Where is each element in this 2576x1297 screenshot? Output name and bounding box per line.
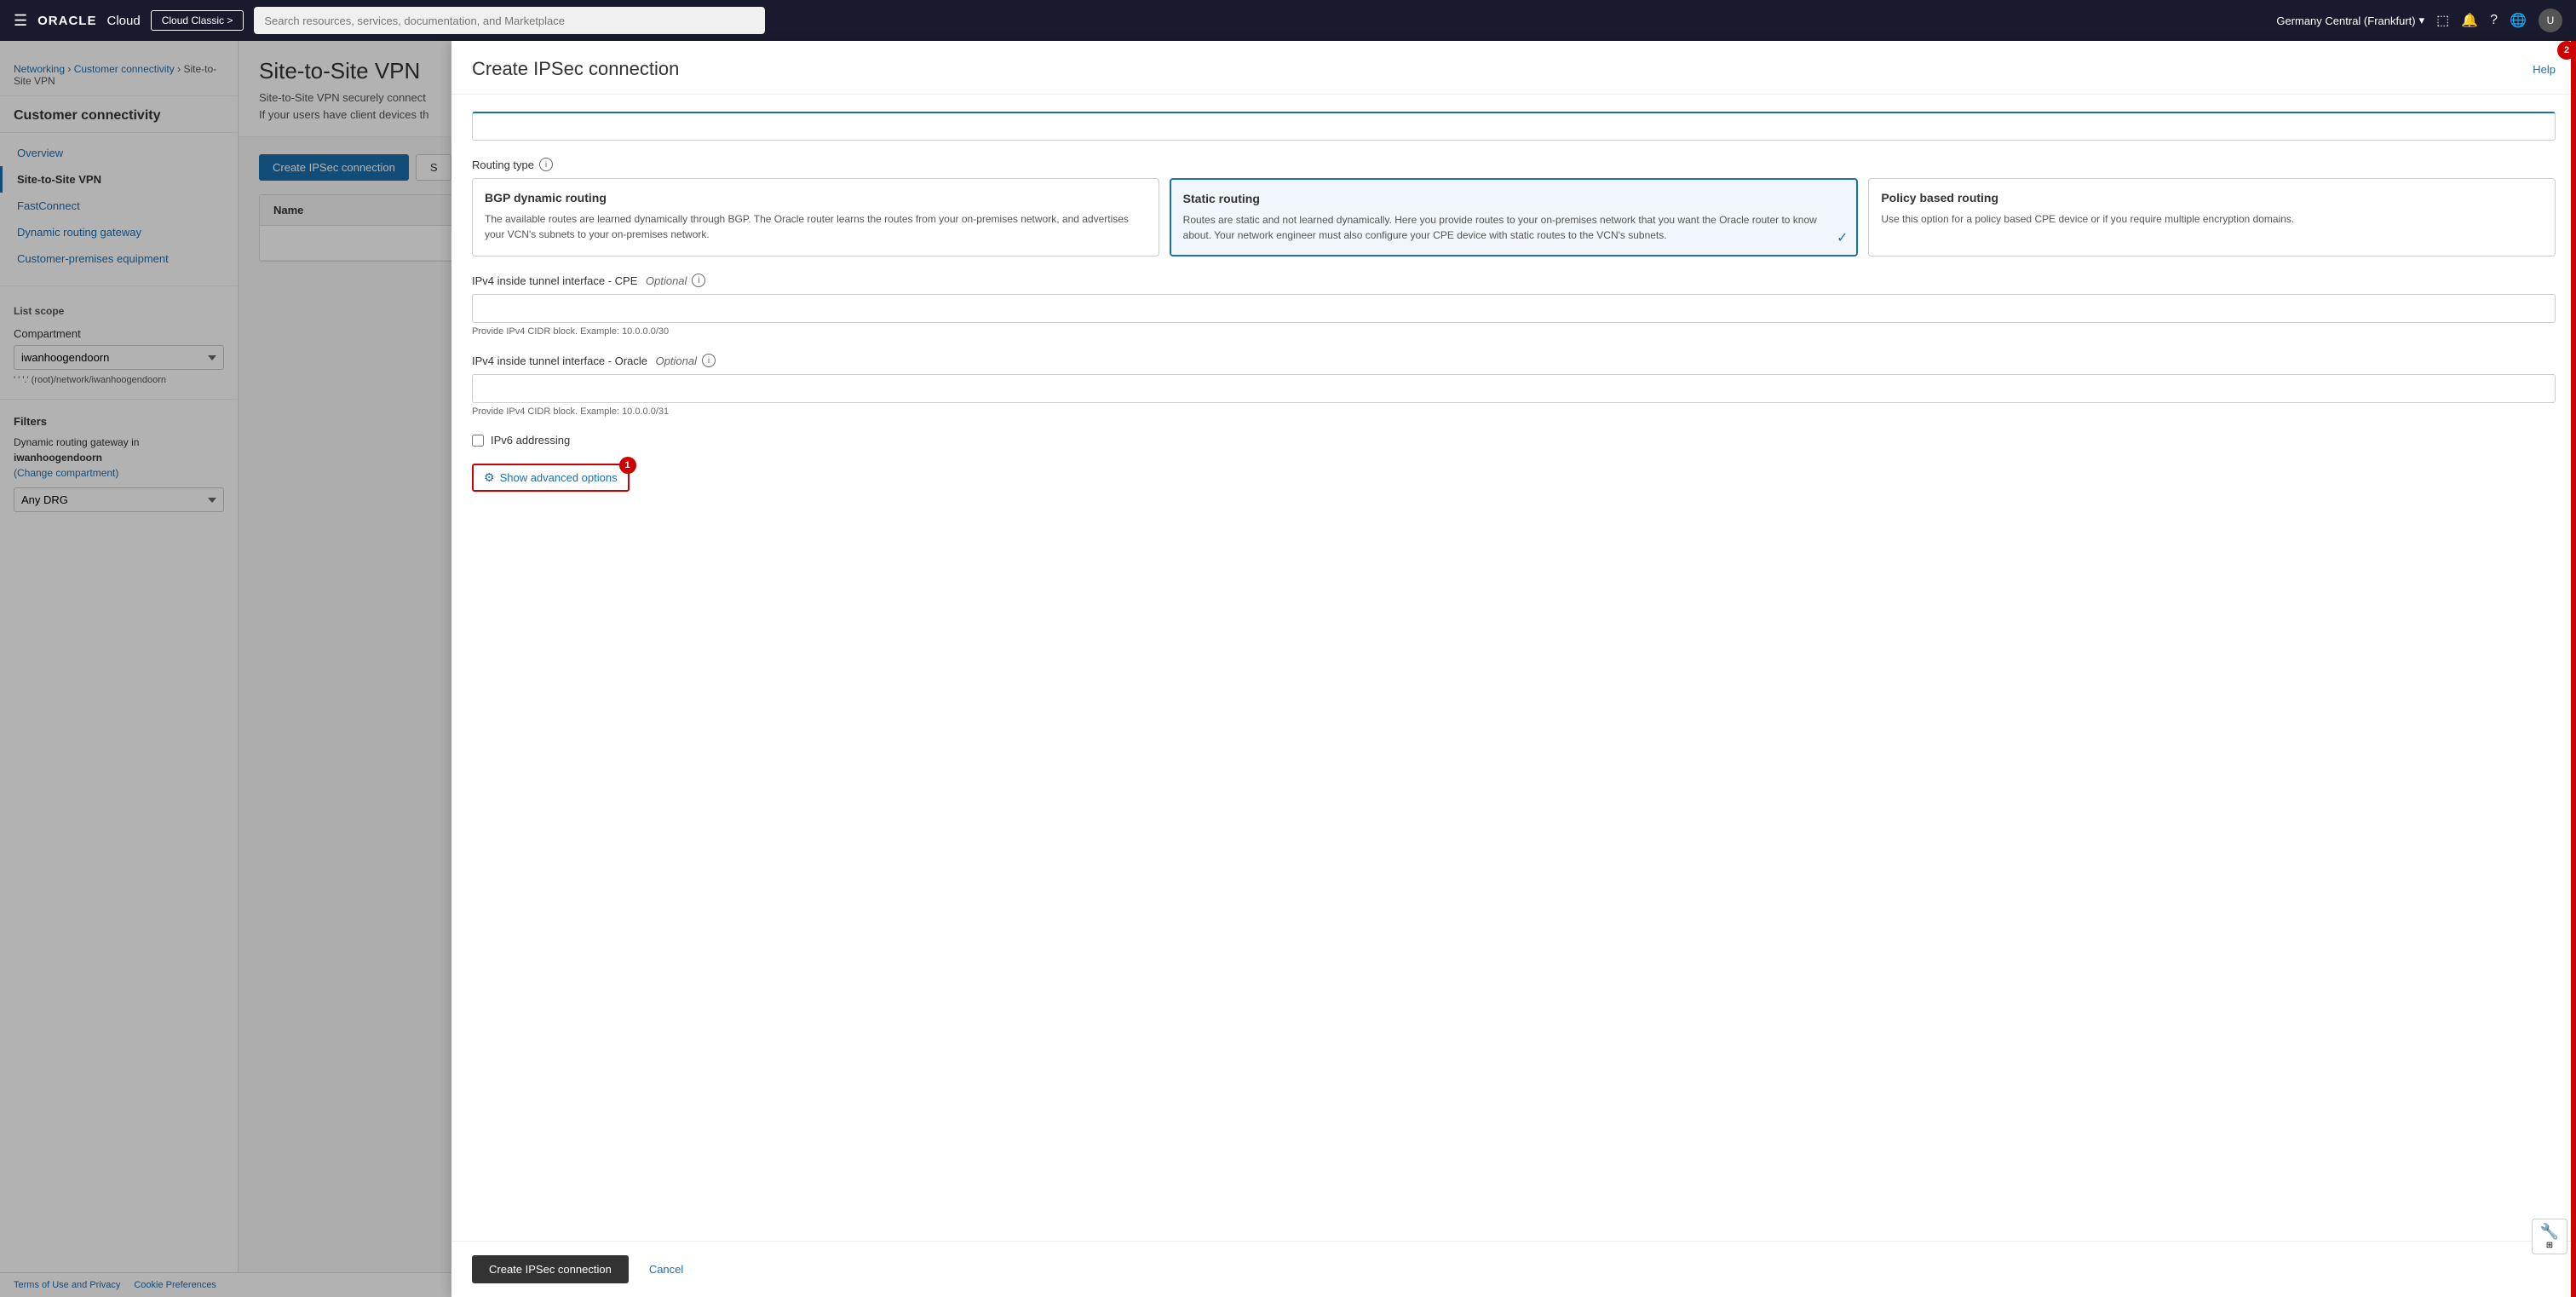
static-card-desc: Routes are static and not learned dynami… (1183, 212, 1845, 243)
ipv4-cpe-optional: Optional (642, 274, 687, 287)
help-icon[interactable]: ? (2490, 13, 2498, 28)
modal-help-link[interactable]: Help (2533, 63, 2556, 76)
ipv4-cpe-info-icon[interactable]: i (692, 274, 705, 287)
nav-right: Germany Central (Frankfurt) ▾ ⬚ 🔔 ? 🌐 U (2276, 9, 2562, 32)
show-advanced-section: ⚙ Show advanced options 1 (472, 464, 630, 492)
routing-type-section: Routing type i BGP dynamic routing The a… (472, 158, 2556, 257)
ipv4-oracle-hint: Provide IPv4 CIDR block. Example: 10.0.0… (472, 406, 2556, 417)
modal-panel: Create IPSec connection Help Routing typ… (451, 41, 2576, 1297)
modal-overlay: Create IPSec connection Help Routing typ… (0, 41, 2576, 1297)
policy-card-desc: Use this option for a policy based CPE d… (1881, 211, 2543, 227)
static-card-title: Static routing (1183, 192, 1845, 205)
globe-icon[interactable]: 🌐 (2510, 12, 2527, 29)
ipv4-cpe-section: IPv4 inside tunnel interface - CPE Optio… (472, 274, 2556, 337)
routing-card-static[interactable]: Static routing Routes are static and not… (1170, 178, 1859, 257)
cloud-classic-button[interactable]: Cloud Classic > (151, 10, 244, 31)
oracle-logo: ORACLE (37, 14, 96, 28)
static-card-checkmark: ✓ (1837, 229, 1848, 246)
red-sidebar-indicator (2571, 41, 2576, 1297)
ipv4-oracle-label: IPv4 inside tunnel interface - Oracle Op… (472, 354, 2556, 367)
ipv4-oracle-optional: Optional (653, 355, 697, 367)
support-grid-icon: ⊞ (2546, 1241, 2553, 1250)
ipv4-oracle-section: IPv4 inside tunnel interface - Oracle Op… (472, 354, 2556, 417)
modal-title: Create IPSec connection (472, 58, 679, 80)
ipv6-checkbox-row: IPv6 addressing (472, 434, 2556, 447)
ipv4-cpe-hint: Provide IPv4 CIDR block. Example: 10.0.0… (472, 326, 2556, 337)
user-avatar[interactable]: U (2539, 9, 2562, 32)
bell-icon[interactable]: 🔔 (2461, 12, 2478, 29)
top-field-section (472, 112, 2556, 141)
create-connection-button[interactable]: Create IPSec connection (472, 1255, 629, 1283)
region-selector[interactable]: Germany Central (Frankfurt) ▾ (2276, 14, 2424, 27)
bgp-card-desc: The available routes are learned dynamic… (485, 211, 1147, 242)
badge-2: 2 (2557, 41, 2576, 60)
ipv4-cpe-label: IPv4 inside tunnel interface - CPE Optio… (472, 274, 2556, 287)
support-icon: 🔧 (2540, 1223, 2559, 1241)
routing-type-info-icon[interactable]: i (539, 158, 553, 171)
routing-card-policy[interactable]: Policy based routing Use this option for… (1868, 178, 2556, 257)
advanced-icon: ⚙ (484, 470, 495, 485)
support-widget[interactable]: 🔧 ⊞ (2532, 1219, 2567, 1254)
ipv4-cpe-input[interactable] (472, 294, 2556, 323)
routing-type-label: Routing type i (472, 158, 2556, 171)
modal-body: Routing type i BGP dynamic routing The a… (451, 95, 2576, 1241)
ipv4-oracle-info-icon[interactable]: i (702, 354, 716, 367)
ipv6-checkbox[interactable] (472, 435, 484, 447)
global-search-input[interactable] (254, 7, 765, 34)
policy-card-title: Policy based routing (1881, 191, 2543, 205)
top-field[interactable] (472, 112, 2556, 141)
top-nav: ☰ ORACLE Cloud Cloud Classic > Germany C… (0, 0, 2576, 41)
modal-footer: Create IPSec connection Cancel (451, 1241, 2576, 1297)
bgp-card-title: BGP dynamic routing (485, 191, 1147, 205)
routing-cards: BGP dynamic routing The available routes… (472, 178, 2556, 257)
modal-header: Create IPSec connection Help (451, 41, 2576, 95)
hamburger-menu[interactable]: ☰ (14, 12, 27, 30)
show-advanced-link[interactable]: ⚙ Show advanced options 1 (472, 464, 630, 492)
cancel-button[interactable]: Cancel (639, 1255, 693, 1283)
badge-1: 1 (619, 457, 636, 474)
ipv4-oracle-input[interactable] (472, 374, 2556, 403)
monitor-icon[interactable]: ⬚ (2436, 12, 2449, 29)
cloud-text: Cloud (106, 14, 140, 28)
region-chevron: ▾ (2419, 14, 2425, 27)
region-label: Germany Central (Frankfurt) (2276, 14, 2415, 27)
routing-card-bgp[interactable]: BGP dynamic routing The available routes… (472, 178, 1159, 257)
show-advanced-label: Show advanced options (500, 471, 618, 484)
ipv6-label: IPv6 addressing (491, 434, 570, 447)
